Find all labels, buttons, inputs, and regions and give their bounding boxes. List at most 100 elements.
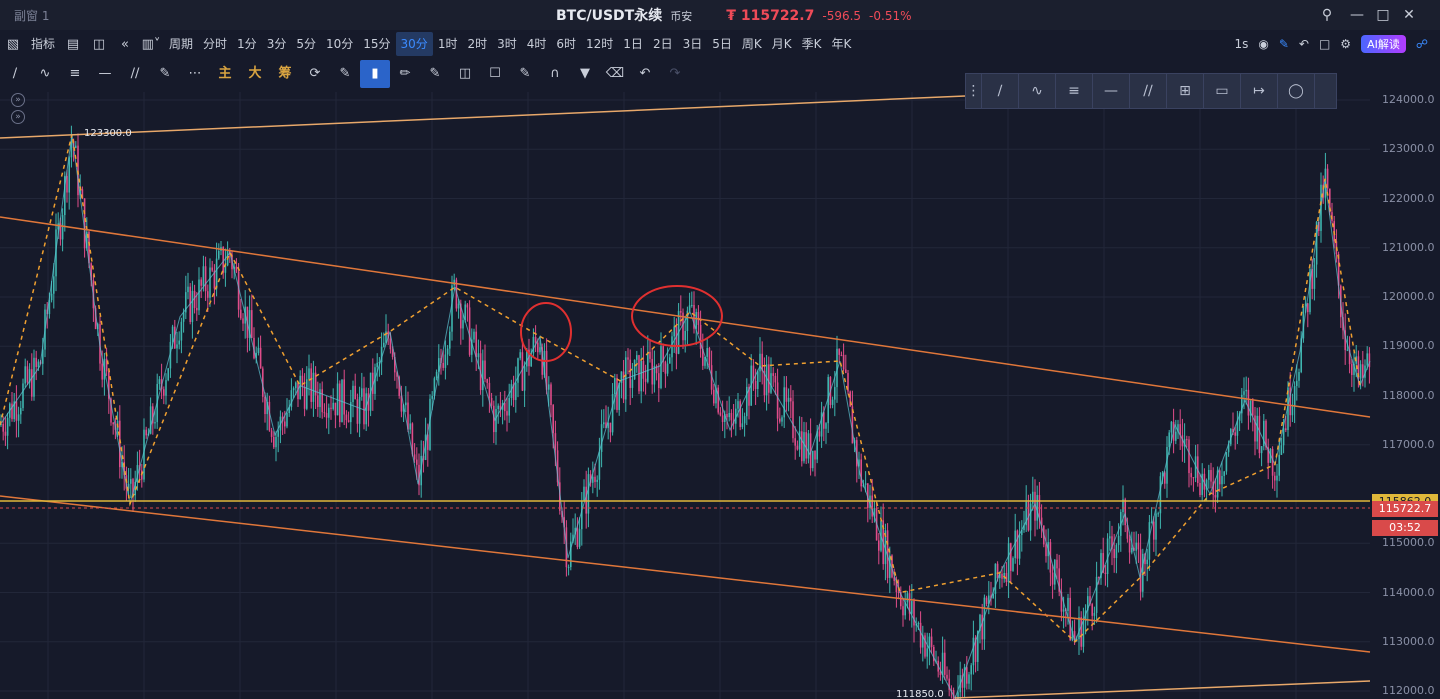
candle-body [926, 648, 928, 657]
candle-body [970, 665, 972, 675]
interval-1[interactable]: 1分 [232, 32, 262, 56]
interval-2[interactable]: 3分 [262, 32, 292, 56]
candle-body [1225, 452, 1228, 472]
gear-icon[interactable]: ⚙ [1340, 37, 1351, 51]
layout-icon[interactable]: ◫ [86, 37, 112, 52]
chart-type-icon[interactable]: ▥˅ [138, 37, 164, 52]
close-icon[interactable]: ✕ [1398, 4, 1420, 26]
calendar-icon[interactable]: ▤ [60, 37, 86, 52]
float-ellipse-icon[interactable]: ◯ [1278, 74, 1315, 108]
drag-handle-icon[interactable]: ⋮ [966, 74, 982, 108]
marker-icon[interactable]: ✎ [330, 60, 360, 88]
float-trendline-icon[interactable]: ∕ [982, 74, 1019, 108]
redo-draw-icon[interactable]: ↷ [660, 60, 690, 88]
pen-icon[interactable]: ✎ [1279, 37, 1289, 51]
float-measure-icon[interactable]: ↦ [1241, 74, 1278, 108]
interval-5[interactable]: 15分 [358, 32, 395, 56]
rewind-icon[interactable]: « [112, 37, 138, 52]
interval-16[interactable]: 5日 [707, 32, 737, 56]
interval-9[interactable]: 3时 [492, 32, 522, 56]
search-icon[interactable]: ⚲ [1316, 4, 1338, 26]
float-fib-icon[interactable]: ≡ [1056, 74, 1093, 108]
float-wave-icon[interactable]: ∿ [1019, 74, 1056, 108]
camera-icon[interactable]: ◉ [1258, 37, 1268, 51]
eraser-icon[interactable]: ✎ [420, 60, 450, 88]
sync-icon[interactable]: ⟳ [300, 60, 330, 88]
candle-body [154, 422, 156, 424]
maximize-icon[interactable]: □ [1372, 4, 1394, 26]
candle-body [860, 459, 862, 487]
fib-icon[interactable]: ≡ [60, 60, 90, 88]
candle-body [1278, 454, 1280, 476]
rect-icon[interactable]: □ [1319, 37, 1330, 51]
candle-body [1010, 543, 1012, 571]
chip-button[interactable]: 筹 [270, 60, 300, 88]
brush-icon[interactable]: ✎ [150, 60, 180, 88]
candle-body [803, 432, 805, 462]
interval-18[interactable]: 月K [767, 32, 797, 56]
countdown-tag: 03:52 [1372, 520, 1438, 536]
interval-15[interactable]: 3日 [678, 32, 708, 56]
interval-7[interactable]: 1时 [433, 32, 463, 56]
interval-11[interactable]: 6时 [551, 32, 581, 56]
ruler-icon[interactable]: ✏ [390, 60, 420, 88]
candle-body [495, 409, 497, 433]
magnet-icon[interactable]: ∩ [540, 60, 570, 88]
interval-12[interactable]: 12时 [581, 32, 618, 56]
trendline-icon[interactable]: ∕ [0, 60, 30, 88]
bookmark-icon[interactable]: ▮ [360, 60, 390, 88]
period-dropdown[interactable]: 周期 [164, 32, 198, 56]
share-icon[interactable]: ☍ [1416, 37, 1428, 51]
more-icon[interactable]: ⋯ [180, 60, 210, 88]
price-chart[interactable] [0, 90, 1440, 699]
note-icon[interactable]: ✎ [510, 60, 540, 88]
indicator-icon[interactable]: ▧ [0, 37, 26, 52]
interval-6[interactable]: 30分 [395, 32, 433, 56]
interval-8[interactable]: 2时 [462, 32, 492, 56]
indicator-button[interactable]: 指标 [26, 32, 60, 56]
candle-body [523, 366, 526, 391]
interval-10[interactable]: 4时 [522, 32, 552, 56]
float-rect-icon[interactable]: ▭ [1204, 74, 1241, 108]
hline-icon[interactable]: — [90, 60, 120, 88]
candle-body [1016, 530, 1019, 559]
interval-0[interactable]: 分时 [198, 32, 232, 56]
expand-icon-2[interactable]: » [11, 110, 25, 124]
candle-body [130, 479, 132, 484]
float-hline-icon[interactable]: — [1093, 74, 1130, 108]
candle-body [1346, 349, 1349, 351]
undo-icon[interactable]: ↶ [1299, 37, 1309, 51]
interval-3[interactable]: 5分 [291, 32, 321, 56]
candle-body [831, 399, 834, 405]
candles-icon[interactable]: ◫ [450, 60, 480, 88]
channel-icon[interactable]: ∕∕ [120, 60, 150, 88]
candle-body [649, 351, 651, 359]
main-indicator-button[interactable]: 主 [210, 60, 240, 88]
interval-20[interactable]: 年K [826, 32, 856, 56]
float-channel-icon[interactable]: ∕∕ [1130, 74, 1167, 108]
interval-14[interactable]: 2日 [648, 32, 678, 56]
undo-draw-icon[interactable]: ↶ [630, 60, 660, 88]
symbol-name[interactable]: BTC/USDT永续 [556, 5, 662, 25]
interval-19[interactable]: 季K [797, 32, 827, 56]
candle-body [917, 622, 920, 625]
candle-body [1274, 475, 1276, 481]
candle-body [310, 368, 312, 402]
candle-body [286, 413, 288, 427]
ai-analysis-button[interactable]: AI解读 [1361, 35, 1406, 53]
expand-icon[interactable]: » [11, 93, 25, 107]
candle-body [726, 413, 728, 418]
interval-17[interactable]: 周K [737, 32, 767, 56]
lock-icon[interactable]: ☐ [480, 60, 510, 88]
filter-icon[interactable]: ▼ [570, 60, 600, 88]
candle-body [292, 388, 295, 391]
big-order-button[interactable]: 大 [240, 60, 270, 88]
interval-4[interactable]: 10分 [321, 32, 358, 56]
interval-13[interactable]: 1日 [618, 32, 648, 56]
candle-body [1307, 303, 1309, 313]
wave-icon[interactable]: ∿ [30, 60, 60, 88]
minimize-icon[interactable]: — [1346, 4, 1368, 26]
float-add-icon[interactable]: ⊞ [1167, 74, 1204, 108]
trash-icon[interactable]: ⌫ [600, 60, 630, 88]
refresh-rate[interactable]: 1s [1234, 37, 1248, 51]
